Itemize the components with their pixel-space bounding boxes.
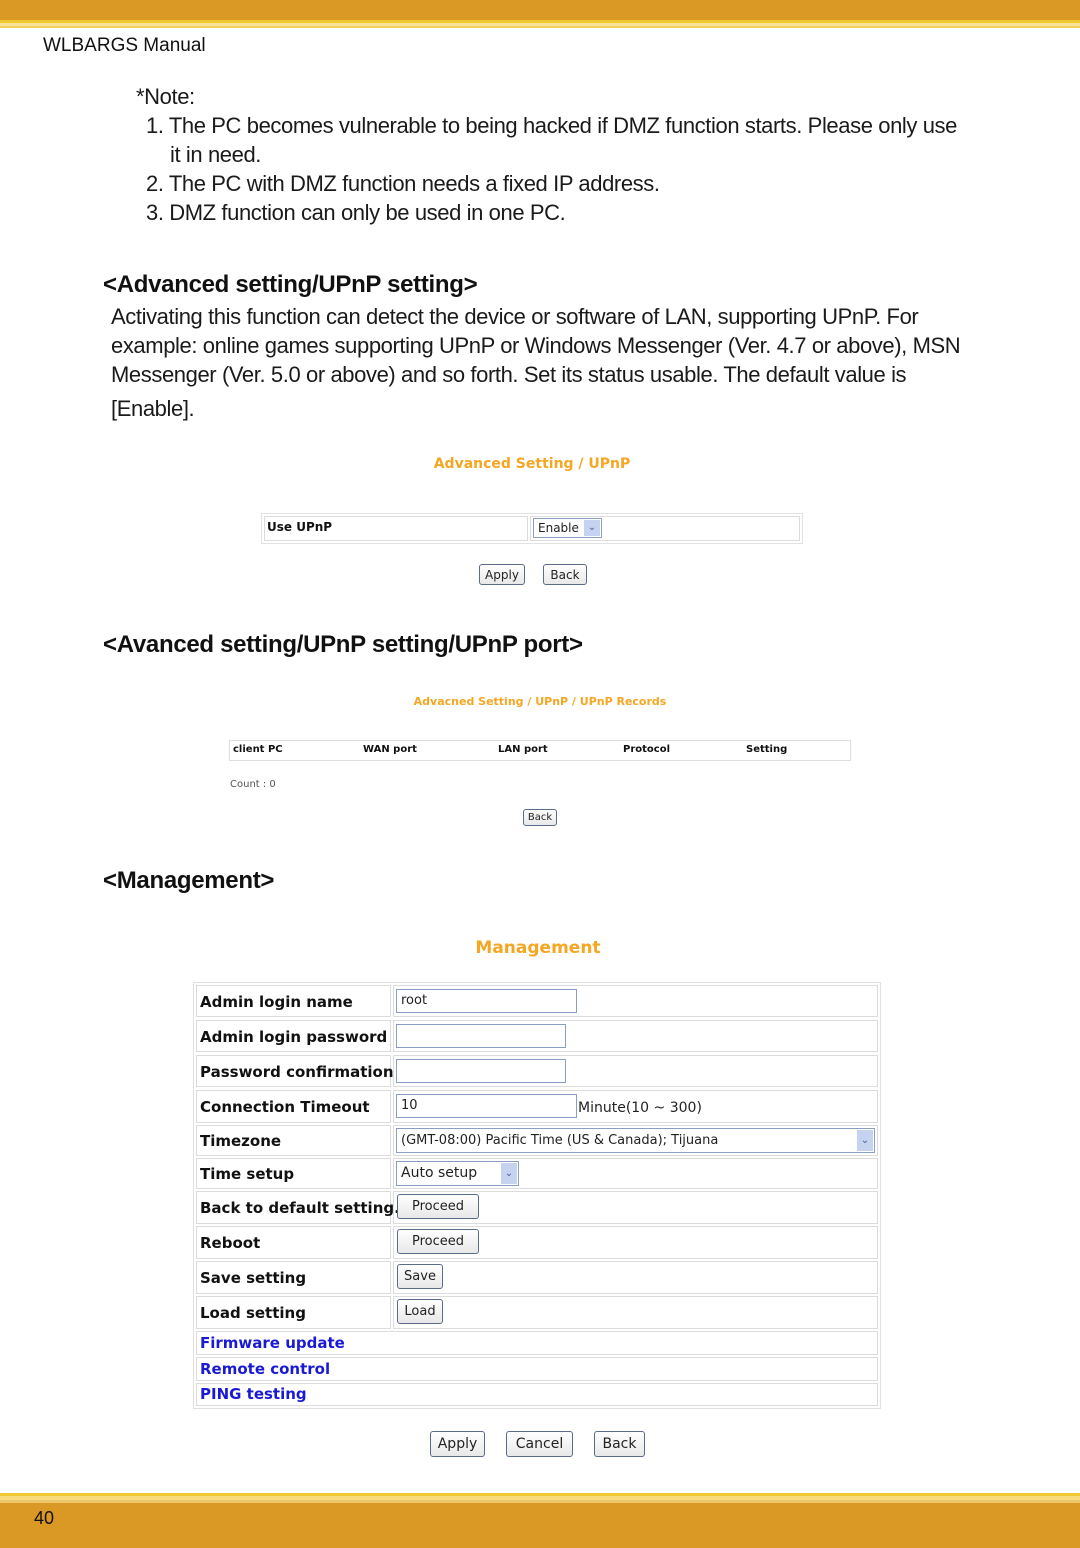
admin-login-password-input[interactable] <box>396 1024 566 1048</box>
management-apply-button[interactable]: Apply <box>430 1431 485 1457</box>
upnp-paragraph-line: Activating this function can detect the … <box>111 304 919 329</box>
column-header-lan-port: LAN port <box>498 744 548 755</box>
management-back-button[interactable]: Back <box>594 1431 645 1457</box>
time-setup-select-value: Auto setup <box>401 1165 478 1181</box>
connection-timeout-input[interactable]: 10 <box>396 1094 577 1118</box>
connection-timeout-unit: Minute(10 ~ 300) <box>578 1100 702 1116</box>
load-setting-button[interactable]: Load <box>397 1299 443 1324</box>
column-header-protocol: Protocol <box>623 744 671 755</box>
load-setting-label: Load setting <box>200 1304 306 1322</box>
back-to-default-label: Back to default setting. <box>200 1199 400 1217</box>
column-header-client-pc: client PC <box>233 744 283 755</box>
upnp-paragraph-line: [Enable]. <box>111 396 195 421</box>
reboot-label: Reboot <box>200 1234 261 1252</box>
management-section-heading: <Management> <box>103 867 275 894</box>
password-confirmation-input[interactable] <box>396 1059 566 1083</box>
reboot-proceed-button[interactable]: Proceed <box>397 1229 479 1254</box>
upnp-records-back-button[interactable]: Back <box>523 809 557 826</box>
ping-testing-link[interactable]: PING testing <box>200 1385 307 1403</box>
save-setting-label: Save setting <box>200 1269 307 1287</box>
note-item-1-continued: it in need. <box>170 142 262 167</box>
timezone-select-value: (GMT-08:00) Pacific Time (US & Canada); … <box>401 1133 719 1148</box>
timezone-select[interactable]: (GMT-08:00) Pacific Time (US & Canada); … <box>396 1128 875 1153</box>
value-cell <box>393 1296 878 1329</box>
chevron-down-icon: ⌄ <box>584 520 600 536</box>
connection-timeout-label: Connection Timeout <box>200 1098 370 1116</box>
upnp-apply-button[interactable]: Apply <box>479 564 525 585</box>
use-upnp-select-value: Enable <box>538 521 579 535</box>
chevron-down-icon: ⌄ <box>857 1130 873 1151</box>
header-band <box>0 0 1080 20</box>
firmware-update-link[interactable]: Firmware update <box>200 1334 345 1352</box>
management-cancel-button[interactable]: Cancel <box>506 1431 573 1457</box>
admin-login-name-input[interactable]: root <box>396 989 577 1013</box>
upnp-screen-title: Advanced Setting / UPnP <box>433 456 631 472</box>
upnp-paragraph-line: Messenger (Ver. 5.0 or above) and so for… <box>111 362 907 387</box>
footer-band <box>0 1503 1080 1548</box>
page-number: 40 <box>34 1508 55 1528</box>
note-item-3: 3. DMZ function can only be used in one … <box>146 200 566 225</box>
back-to-default-proceed-button[interactable]: Proceed <box>397 1194 479 1219</box>
note-item-1: 1. The PC becomes vulnerable to being ha… <box>146 113 957 138</box>
admin-login-name-label: Admin login name <box>200 993 353 1011</box>
password-confirmation-label: Password confirmation <box>200 1063 394 1081</box>
upnp-records-screen-title: Advacned Setting / UPnP / UPnP Records <box>413 695 667 708</box>
use-upnp-label: Use UPnP <box>267 520 333 534</box>
upnp-back-button[interactable]: Back <box>543 564 587 585</box>
time-setup-select[interactable]: Auto setup ⌄ <box>396 1161 519 1186</box>
manual-title: WLBARGS Manual <box>43 35 206 56</box>
upnp-section-heading: <Advanced setting/UPnP setting> <box>103 271 478 298</box>
column-header-wan-port: WAN port <box>363 744 417 755</box>
value-cell <box>393 1261 878 1294</box>
upnp-port-section-heading: <Avanced setting/UPnP setting/UPnP port> <box>103 631 583 658</box>
note-item-2: 2. The PC with DMZ function needs a fixe… <box>146 171 660 196</box>
remote-control-link[interactable]: Remote control <box>200 1360 330 1378</box>
upnp-paragraph-line: example: online games supporting UPnP or… <box>111 333 961 358</box>
timezone-label: Timezone <box>200 1132 282 1150</box>
management-screen-title: Management <box>475 938 601 958</box>
column-header-setting: Setting <box>746 744 788 755</box>
time-setup-label: Time setup <box>200 1165 295 1183</box>
header-stripe <box>0 26 1080 28</box>
records-count: Count : 0 <box>230 779 276 790</box>
save-setting-button[interactable]: Save <box>397 1264 443 1289</box>
admin-login-password-label: Admin login password <box>200 1028 388 1046</box>
note-label: *Note: <box>136 84 195 109</box>
chevron-down-icon: ⌄ <box>501 1163 517 1184</box>
use-upnp-select[interactable]: Enable ⌄ <box>533 518 602 538</box>
